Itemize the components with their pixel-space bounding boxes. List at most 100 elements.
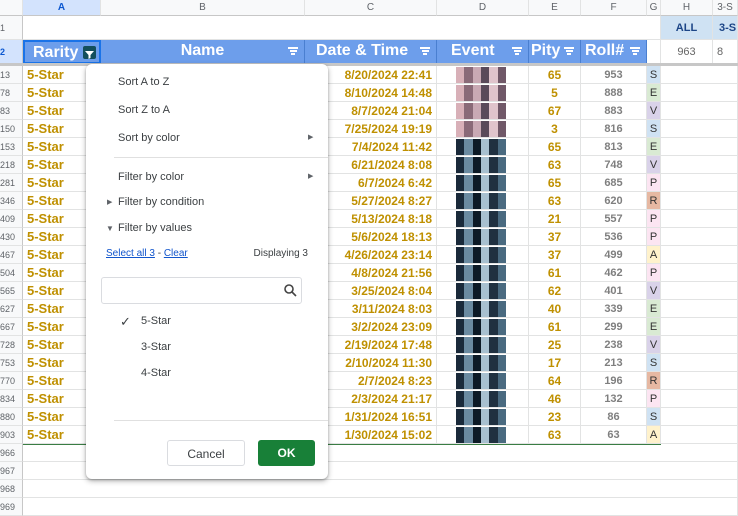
empty-cell[interactable] xyxy=(661,354,738,372)
pity-cell[interactable]: 23 xyxy=(529,408,581,426)
column-header-b[interactable]: B xyxy=(101,0,305,16)
event-image-cell[interactable] xyxy=(437,174,529,192)
sort-a-z-item[interactable]: Sort A to Z xyxy=(118,76,169,88)
row-header[interactable]: 83 xyxy=(0,102,23,120)
roll-cell[interactable]: 888 xyxy=(581,84,647,102)
empty-cell[interactable] xyxy=(661,372,738,390)
roll-cell[interactable]: 953 xyxy=(581,66,647,84)
pity-cell[interactable]: 62 xyxy=(529,282,581,300)
empty-cell[interactable] xyxy=(661,318,738,336)
empty-cell[interactable] xyxy=(661,102,738,120)
code-cell[interactable]: E xyxy=(647,300,661,318)
code-cell[interactable]: V xyxy=(647,336,661,354)
empty-cell[interactable] xyxy=(661,264,738,282)
header-name[interactable]: Name xyxy=(101,40,305,64)
three-star-label-cell[interactable]: 3-S xyxy=(713,16,738,40)
roll-cell[interactable]: 86 xyxy=(581,408,647,426)
empty-row[interactable] xyxy=(23,498,738,516)
pity-cell[interactable]: 5 xyxy=(529,84,581,102)
empty-cell[interactable] xyxy=(661,210,738,228)
empty-row[interactable] xyxy=(23,480,738,498)
event-image-cell[interactable] xyxy=(437,408,529,426)
roll-cell[interactable]: 557 xyxy=(581,210,647,228)
empty-cell[interactable] xyxy=(661,228,738,246)
row-header[interactable]: 1 xyxy=(0,16,23,40)
roll-cell[interactable]: 883 xyxy=(581,102,647,120)
column-header-g[interactable]: G xyxy=(647,0,661,16)
roll-cell[interactable]: 132 xyxy=(581,390,647,408)
roll-cell[interactable]: 685 xyxy=(581,174,647,192)
empty-cell[interactable] xyxy=(661,138,738,156)
pity-cell[interactable]: 63 xyxy=(529,156,581,174)
empty-cell[interactable] xyxy=(661,84,738,102)
roll-cell[interactable]: 816 xyxy=(581,120,647,138)
filter-by-values-item[interactable]: Filter by values xyxy=(118,222,192,234)
roll-cell[interactable]: 620 xyxy=(581,192,647,210)
select-all-link[interactable]: Select all 3 xyxy=(106,248,155,259)
row-header[interactable]: 967 xyxy=(0,462,23,480)
empty-cell[interactable] xyxy=(661,390,738,408)
row-header[interactable]: 150 xyxy=(0,120,23,138)
pity-cell[interactable]: 63 xyxy=(529,192,581,210)
filter-icon[interactable] xyxy=(288,47,298,55)
code-cell[interactable]: S xyxy=(647,354,661,372)
empty-cell[interactable] xyxy=(661,192,738,210)
column-header-f[interactable]: F xyxy=(581,0,647,16)
code-cell[interactable]: S xyxy=(647,408,661,426)
sort-z-a-item[interactable]: Sort Z to A xyxy=(118,104,170,116)
header-roll[interactable]: Roll# xyxy=(581,40,647,64)
pity-cell[interactable]: 67 xyxy=(529,102,581,120)
values-search-input[interactable] xyxy=(106,278,280,303)
pity-cell[interactable]: 25 xyxy=(529,336,581,354)
header-code-cell[interactable] xyxy=(647,40,661,64)
filter-icon[interactable] xyxy=(512,47,522,55)
search-icon[interactable] xyxy=(284,284,297,297)
row-header[interactable]: 430 xyxy=(0,228,23,246)
event-image-cell[interactable] xyxy=(437,210,529,228)
column-header-i[interactable]: 3-S xyxy=(713,0,738,16)
all-label-cell[interactable]: ALL xyxy=(661,16,713,40)
row-header[interactable]: 728 xyxy=(0,336,23,354)
row-header[interactable]: 770 xyxy=(0,372,23,390)
roll-cell[interactable]: 401 xyxy=(581,282,647,300)
column-header-d[interactable]: D xyxy=(437,0,529,16)
cancel-button[interactable]: Cancel xyxy=(167,440,245,466)
event-image-cell[interactable] xyxy=(437,318,529,336)
empty-cell[interactable] xyxy=(661,300,738,318)
empty-cell[interactable] xyxy=(661,156,738,174)
code-cell[interactable]: R xyxy=(647,192,661,210)
empty-cell[interactable] xyxy=(661,408,738,426)
empty-cell[interactable] xyxy=(661,120,738,138)
event-image-cell[interactable] xyxy=(437,336,529,354)
pity-cell[interactable]: 40 xyxy=(529,300,581,318)
header-event[interactable]: Event xyxy=(437,40,529,64)
roll-cell[interactable]: 339 xyxy=(581,300,647,318)
column-header-h[interactable]: H xyxy=(661,0,713,16)
filter-by-color-item[interactable]: Filter by color xyxy=(118,171,184,183)
ok-button[interactable]: OK xyxy=(258,440,315,466)
event-image-cell[interactable] xyxy=(437,372,529,390)
column-header-c[interactable]: C xyxy=(305,0,437,16)
event-image-cell[interactable] xyxy=(437,264,529,282)
pity-cell[interactable]: 65 xyxy=(529,138,581,156)
column-header-a[interactable]: A xyxy=(23,0,101,16)
event-image-cell[interactable] xyxy=(437,192,529,210)
code-cell[interactable]: P xyxy=(647,390,661,408)
pity-cell[interactable]: 37 xyxy=(529,246,581,264)
pity-cell[interactable]: 64 xyxy=(529,372,581,390)
row-header[interactable]: 2 xyxy=(0,40,23,64)
roll-cell[interactable]: 499 xyxy=(581,246,647,264)
pity-cell[interactable]: 61 xyxy=(529,264,581,282)
row-header[interactable]: 504 xyxy=(0,264,23,282)
roll-cell[interactable]: 213 xyxy=(581,354,647,372)
row-header[interactable]: 969 xyxy=(0,498,23,516)
code-cell[interactable]: P xyxy=(647,210,661,228)
roll-cell[interactable]: 196 xyxy=(581,372,647,390)
event-image-cell[interactable] xyxy=(437,282,529,300)
event-image-cell[interactable] xyxy=(437,300,529,318)
event-image-cell[interactable] xyxy=(437,84,529,102)
roll-cell[interactable]: 536 xyxy=(581,228,647,246)
value-option[interactable]: 4-Star xyxy=(120,366,300,382)
empty-cell[interactable] xyxy=(661,174,738,192)
code-cell[interactable]: S xyxy=(647,66,661,84)
